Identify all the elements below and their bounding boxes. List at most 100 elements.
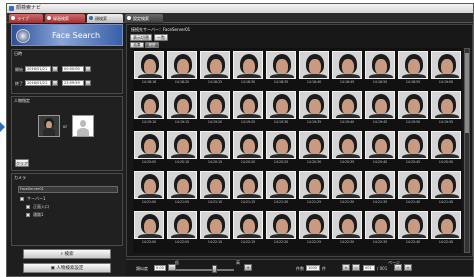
end-time-spin-icon[interactable] bbox=[85, 80, 91, 86]
result-thumbnail[interactable]: 14:20:10 bbox=[167, 131, 197, 169]
threshold-up-button[interactable]: + bbox=[244, 264, 252, 271]
result-thumbnail[interactable]: 14:19:40 bbox=[332, 91, 362, 129]
result-thumbnail[interactable]: 14:20:35 bbox=[332, 131, 362, 169]
face-placeholder-icon[interactable] bbox=[72, 115, 94, 137]
result-thumbnail[interactable]: 14:21:20 bbox=[266, 171, 296, 209]
result-thumbnail[interactable]: 14:21:40 bbox=[398, 171, 428, 209]
result-thumbnail[interactable]: 14:20:05 bbox=[134, 131, 164, 169]
result-timestamp: 14:20:25 bbox=[273, 160, 289, 164]
result-thumbnail[interactable]: 14:21:15 bbox=[233, 171, 263, 209]
results-scrollbar[interactable] bbox=[464, 48, 470, 253]
query-face-image[interactable] bbox=[38, 115, 60, 137]
result-thumbnail[interactable]: 14:21:45 bbox=[431, 171, 461, 209]
end-calendar-icon[interactable] bbox=[52, 80, 58, 86]
list-view-button[interactable]: 一覧 bbox=[154, 34, 168, 41]
slider-high-label: 高 bbox=[236, 260, 240, 265]
result-thumbnail[interactable]: 14:18:16 bbox=[134, 51, 164, 89]
result-thumbnail[interactable]: 14:21:05 bbox=[167, 171, 197, 209]
result-thumbnail[interactable]: 14:22:15 bbox=[233, 211, 263, 249]
result-thumbnail[interactable]: 14:21:00 bbox=[134, 171, 164, 209]
tab-live[interactable]: ライブ bbox=[9, 14, 43, 23]
tab-face-search[interactable]: 顔検索 bbox=[87, 14, 123, 23]
page-field[interactable]: 001 bbox=[363, 265, 375, 271]
result-thumbnail[interactable]: 14:19:35 bbox=[299, 91, 329, 129]
result-thumbnail[interactable]: 14:18:55 bbox=[398, 51, 428, 89]
result-thumbnail[interactable]: 14:20:45 bbox=[398, 131, 428, 169]
start-date-field[interactable]: 2016/01/21 bbox=[25, 66, 51, 72]
result-thumbnail[interactable]: 14:21:10 bbox=[200, 171, 230, 209]
end-date-field[interactable]: 2016/01/21 bbox=[25, 80, 51, 86]
result-thumbnail[interactable]: 14:18:35 bbox=[266, 51, 296, 89]
result-thumbnail[interactable]: 14:22:45 bbox=[431, 211, 461, 249]
prev-page-button[interactable]: ‹ bbox=[352, 264, 360, 271]
result-thumbnail[interactable]: 14:19:30 bbox=[266, 91, 296, 129]
clear-button[interactable]: クリア bbox=[15, 159, 29, 167]
main-tabs: ライブ 録画検索 顔検索 設定検索 bbox=[7, 13, 473, 23]
result-thumbnail[interactable]: 14:21:25 bbox=[299, 171, 329, 209]
threshold-slider-track[interactable] bbox=[176, 269, 234, 271]
threshold-field[interactable]: 0.00 bbox=[154, 265, 166, 271]
result-thumbnail[interactable]: 14:22:20 bbox=[266, 211, 296, 249]
person-search-settings-button[interactable]: ▣ 人物検索設定 bbox=[23, 263, 111, 273]
result-thumbnail[interactable]: 14:19:15 bbox=[167, 91, 197, 129]
result-thumbnail[interactable]: 14:19:10 bbox=[134, 91, 164, 129]
result-timestamp: 14:19:25 bbox=[240, 120, 256, 124]
result-timestamp: 14:19:35 bbox=[306, 120, 322, 124]
result-thumbnail[interactable]: 14:21:30 bbox=[332, 171, 362, 209]
result-thumbnail[interactable]: 14:20:40 bbox=[365, 131, 395, 169]
result-thumbnail[interactable]: 14:22:30 bbox=[332, 211, 362, 249]
server-select[interactable]: FaceServer01 bbox=[18, 186, 118, 193]
results-panel: 接続先サーバー：FaceServer01 表示切替 一覧 結果 履歴 14:18… bbox=[126, 24, 473, 257]
result-timestamp: 14:18:25 bbox=[207, 80, 223, 84]
result-thumbnail[interactable]: 14:19:20 bbox=[200, 91, 230, 129]
result-thumbnail[interactable]: 14:20:15 bbox=[200, 131, 230, 169]
tab-recording-search[interactable]: 録画検索 bbox=[45, 14, 85, 23]
result-thumbnail[interactable]: 14:22:10 bbox=[200, 211, 230, 249]
camera-checkbox[interactable] bbox=[20, 197, 24, 201]
result-thumbnail[interactable]: 14:20:20 bbox=[233, 131, 263, 169]
face-photo bbox=[398, 211, 428, 239]
camera-checkbox[interactable] bbox=[26, 213, 30, 217]
result-thumbnail[interactable]: 14:19:45 bbox=[365, 91, 395, 129]
face-photo bbox=[266, 211, 296, 239]
face-photo bbox=[266, 131, 296, 159]
result-thumbnail[interactable]: 14:22:35 bbox=[365, 211, 395, 249]
threshold-slider-knob[interactable] bbox=[212, 265, 217, 273]
face-photo bbox=[200, 211, 230, 239]
result-thumbnail[interactable]: 14:18:50 bbox=[365, 51, 395, 89]
result-thumbnail[interactable]: 14:22:00 bbox=[134, 211, 164, 249]
first-page-button[interactable]: « bbox=[342, 264, 350, 271]
results-grid: 14:18:16 14:18:20 14:18:25 14:18:30 14:18:35… bbox=[133, 48, 462, 253]
face-icon bbox=[89, 16, 93, 20]
result-thumbnail[interactable]: 14:18:40 bbox=[299, 51, 329, 89]
result-thumbnail[interactable]: 14:19:00 bbox=[431, 51, 461, 89]
view-toggle-button[interactable]: 表示切替 bbox=[130, 34, 152, 41]
next-page-button[interactable]: › bbox=[394, 264, 402, 271]
end-time-field[interactable]: 23:59:59 bbox=[62, 80, 84, 86]
result-thumbnail[interactable]: 14:19:55 bbox=[431, 91, 461, 129]
scrollbar-thumb[interactable] bbox=[465, 53, 469, 133]
camera-checkbox[interactable] bbox=[26, 205, 30, 209]
result-thumbnail[interactable]: 14:18:20 bbox=[167, 51, 197, 89]
result-thumbnail[interactable]: 14:18:25 bbox=[200, 51, 230, 89]
result-thumbnail[interactable]: 14:19:25 bbox=[233, 91, 263, 129]
result-thumbnail[interactable]: 14:20:30 bbox=[299, 131, 329, 169]
result-thumbnail[interactable]: 14:19:50 bbox=[398, 91, 428, 129]
camera-item-label: 正面入口 bbox=[33, 204, 49, 209]
start-calendar-icon[interactable] bbox=[52, 66, 58, 72]
search-button[interactable]: ⌕ 検索 bbox=[23, 249, 111, 259]
result-thumbnail[interactable]: 14:18:30 bbox=[233, 51, 263, 89]
result-thumbnail[interactable]: 14:18:45 bbox=[332, 51, 362, 89]
result-thumbnail[interactable]: 14:22:05 bbox=[167, 211, 197, 249]
result-thumbnail[interactable]: 14:20:50 bbox=[431, 131, 461, 169]
result-thumbnail[interactable]: 14:22:25 bbox=[299, 211, 329, 249]
count-field[interactable]: 1000 bbox=[306, 265, 320, 271]
start-time-field[interactable]: 00:00:00 bbox=[62, 66, 84, 72]
result-thumbnail[interactable]: 14:22:40 bbox=[398, 211, 428, 249]
tab-settings-search[interactable]: 設定検索 bbox=[125, 14, 163, 23]
result-timestamp: 14:22:15 bbox=[240, 240, 256, 244]
last-page-button[interactable]: » bbox=[404, 264, 412, 271]
result-thumbnail[interactable]: 14:21:35 bbox=[365, 171, 395, 209]
result-thumbnail[interactable]: 14:20:25 bbox=[266, 131, 296, 169]
start-time-spin-icon[interactable] bbox=[85, 66, 91, 72]
